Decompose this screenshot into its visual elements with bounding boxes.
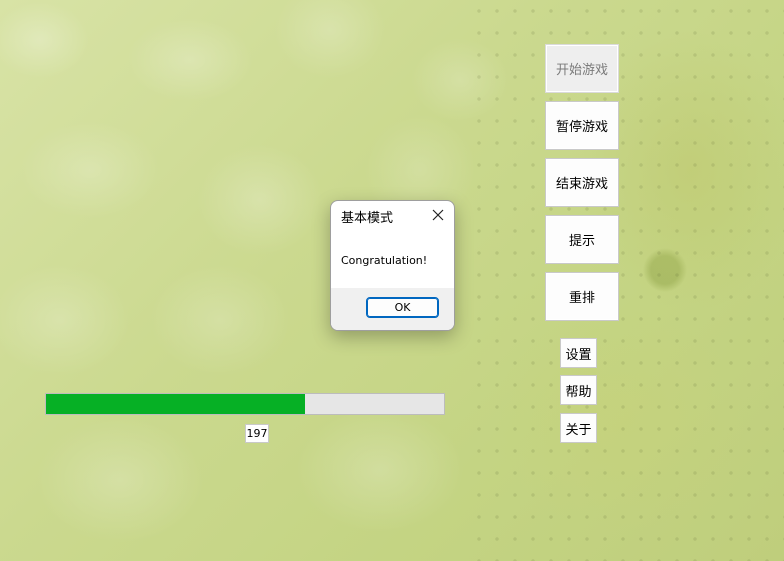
close-icon[interactable] [428,205,448,225]
dialog-footer: OK [331,288,454,330]
score-counter: 197 [245,424,269,443]
shuffle-button[interactable]: 重排 [545,272,619,321]
about-button[interactable]: 关于 [560,413,597,443]
pause-game-button[interactable]: 暂停游戏 [545,101,619,150]
end-game-button[interactable]: 结束游戏 [545,158,619,207]
message-dialog: 基本模式 Congratulation! OK [330,200,455,331]
progress-fill [46,394,305,414]
dialog-title: 基本模式 [341,211,394,226]
help-button[interactable]: 帮助 [560,375,597,405]
dialog-message: Congratulation! [341,254,428,267]
start-game-button[interactable]: 开始游戏 [545,44,619,93]
background-texture [470,0,784,561]
settings-button[interactable]: 设置 [560,338,597,368]
ok-button[interactable]: OK [366,297,439,318]
time-progress-bar [45,393,445,415]
hint-button[interactable]: 提示 [545,215,619,264]
